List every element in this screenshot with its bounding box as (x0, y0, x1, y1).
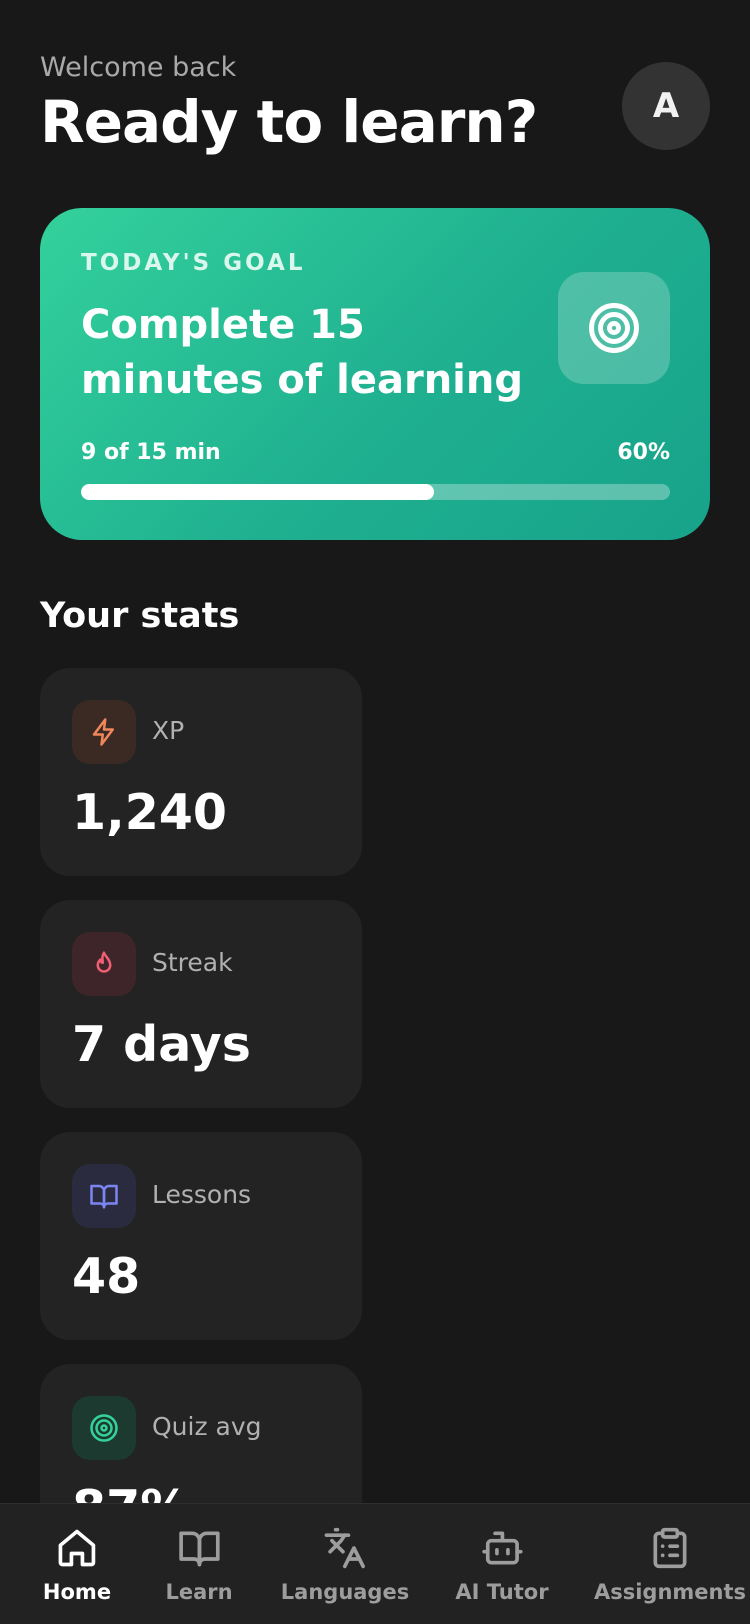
stat-label: Quiz avg (152, 1412, 262, 1441)
stat-icon-box (72, 1164, 136, 1228)
nav-label: Learn (165, 1580, 233, 1604)
flame-icon (96, 951, 112, 973)
page-title: Ready to learn? (40, 88, 538, 156)
nav-label: Assignments (593, 1580, 747, 1604)
stat-label: Lessons (152, 1180, 252, 1209)
robot-icon (481, 1531, 523, 1565)
stat-card-streak[interactable]: Streak 7 days (40, 900, 362, 1108)
stats-section-title: Your stats (40, 596, 240, 636)
header: Welcome back Ready to learn? (40, 50, 710, 156)
stat-label: XP (152, 716, 185, 745)
goal-progress-bar (81, 484, 670, 500)
nav-item-home[interactable]: Home (43, 1526, 111, 1604)
nav-label: AI Tutor (455, 1580, 549, 1604)
goal-progress-fill (81, 484, 435, 500)
stat-value: 7 days (72, 1016, 251, 1073)
nav-item-assignments[interactable]: Assignments (594, 1526, 746, 1604)
goal-icon-box (558, 272, 670, 384)
stat-value: 48 (72, 1248, 141, 1305)
daily-goal-card[interactable]: TODAY'S GOAL Complete 15 minutes of lear… (40, 208, 710, 540)
stat-card-xp[interactable]: XP 1,240 (40, 668, 362, 876)
stat-value: 1,240 (72, 784, 227, 841)
stat-icon-box (72, 1396, 136, 1460)
book-icon (90, 1184, 118, 1209)
avatar[interactable]: A (622, 62, 710, 150)
nav-item-learn[interactable]: Learn (165, 1526, 233, 1604)
target-icon (90, 1414, 118, 1442)
goal-label: TODAY'S GOAL (81, 250, 306, 276)
home-screen: Welcome back Ready to learn? A TODAY'S G… (0, 0, 750, 1624)
nav-item-ai-tutor[interactable]: AI Tutor (455, 1526, 549, 1604)
stat-label: Streak (152, 948, 233, 977)
nav-label: Languages (280, 1580, 410, 1604)
nav-item-languages[interactable]: Languages (281, 1526, 409, 1604)
stat-card-lessons[interactable]: Lessons 48 (40, 1132, 362, 1340)
nav-label: Home (42, 1580, 112, 1604)
stat-icon-box (72, 932, 136, 996)
lightning-icon (92, 718, 114, 746)
welcome-text: Welcome back (40, 52, 237, 83)
home-icon (58, 1529, 96, 1567)
goal-progress-text: 9 of 15 min (81, 440, 221, 465)
goal-progress-row: 9 of 15 min 60% (81, 440, 670, 465)
target-icon (589, 303, 639, 353)
book-icon (178, 1531, 220, 1567)
translate-icon (324, 1527, 366, 1569)
stat-icon-box (72, 700, 136, 764)
goal-percent-text: 60% (617, 440, 670, 465)
bottom-nav: Home Learn Languages AI Tutor Assignment… (0, 1503, 750, 1624)
goal-text: Complete 15 minutes of learning (81, 302, 523, 403)
clipboard-icon (653, 1527, 687, 1569)
